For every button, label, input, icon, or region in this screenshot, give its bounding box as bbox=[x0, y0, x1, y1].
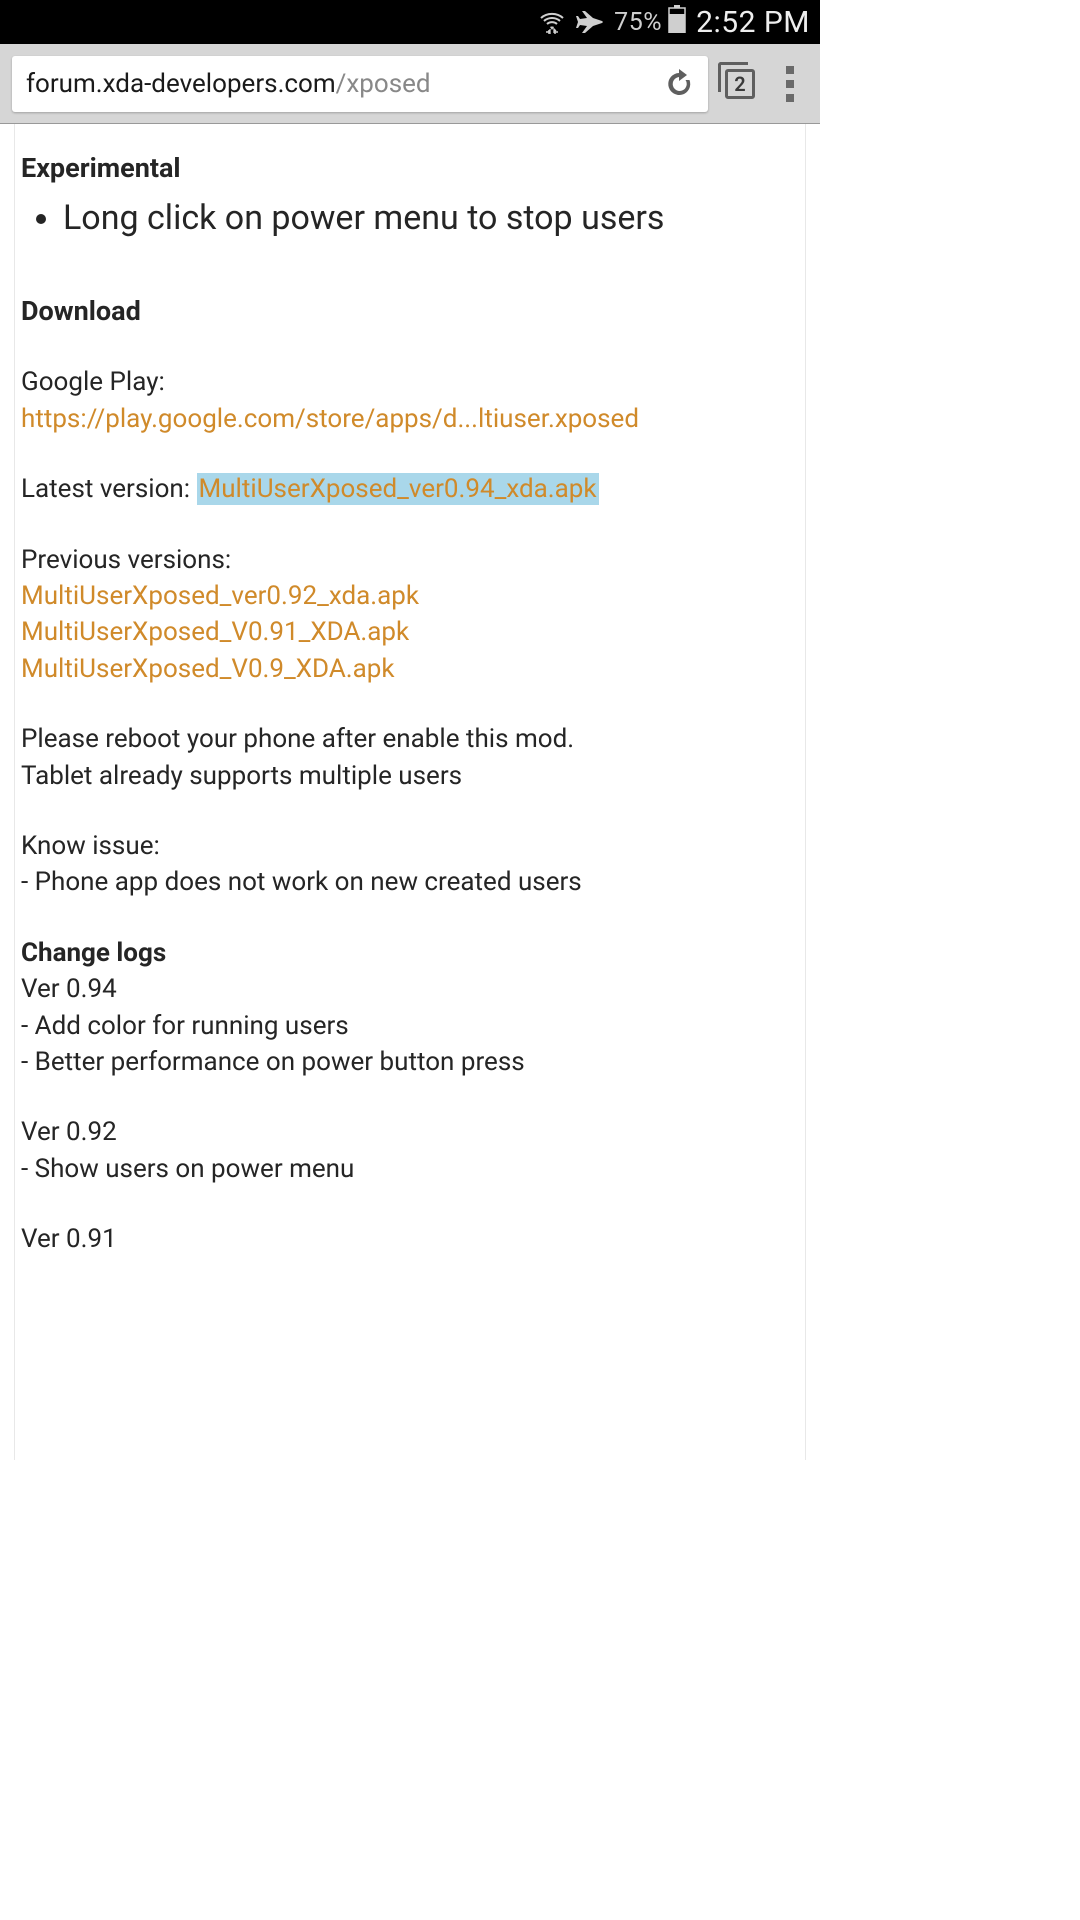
kebab-icon bbox=[786, 66, 794, 102]
changelog-092-label: Ver 0.92 bbox=[21, 1114, 795, 1150]
url-host: forum.xda-developers.com bbox=[26, 69, 336, 99]
menu-button[interactable] bbox=[772, 62, 808, 106]
previous-version-link-3[interactable]: MultiUserXposed_V0.9_XDA.apk bbox=[21, 654, 395, 684]
latest-version-line: Latest version: MultiUserXposed_ver0.94_… bbox=[21, 471, 795, 507]
latest-version-link[interactable]: MultiUserXposed_ver0.94_xda.apk bbox=[197, 473, 599, 505]
download-heading: Download bbox=[21, 293, 795, 331]
battery-percentage: 75% bbox=[614, 8, 662, 37]
experimental-heading: Experimental bbox=[21, 150, 795, 188]
clock-label: 2:52 PM bbox=[696, 5, 810, 40]
tab-count-label: 2 bbox=[734, 72, 745, 96]
reboot-note-2: Tablet already supports multiple users bbox=[21, 758, 795, 794]
changelogs-heading: Change logs bbox=[21, 935, 795, 971]
known-issue-label: Know issue: bbox=[21, 828, 795, 864]
reload-icon[interactable] bbox=[664, 69, 694, 99]
changelog-094-label: Ver 0.94 bbox=[21, 971, 795, 1007]
changelog-094-item-1: - Add color for running users bbox=[21, 1008, 795, 1044]
url-text: forum.xda-developers.com/xposed bbox=[26, 69, 664, 99]
tabs-button[interactable]: 2 bbox=[718, 62, 762, 106]
airplane-icon bbox=[576, 9, 604, 35]
google-play-label: Google Play: bbox=[21, 364, 795, 400]
known-issue-1: - Phone app does not work on new created… bbox=[21, 864, 795, 900]
experimental-item: Long click on power menu to stop users bbox=[63, 196, 795, 241]
reboot-note-1: Please reboot your phone after enable th… bbox=[21, 721, 795, 757]
changelog-094-item-2: - Better performance on power button pre… bbox=[21, 1044, 795, 1080]
google-play-link[interactable]: https://play.google.com/store/apps/d...l… bbox=[21, 404, 639, 434]
url-bar[interactable]: forum.xda-developers.com/xposed bbox=[12, 56, 708, 112]
wifi-icon bbox=[538, 10, 566, 34]
battery-icon bbox=[668, 5, 686, 40]
changelog-092-item-1: - Show users on power menu bbox=[21, 1151, 795, 1187]
previous-version-link-1[interactable]: MultiUserXposed_ver0.92_xda.apk bbox=[21, 581, 419, 611]
page-content[interactable]: Experimental Long click on power menu to… bbox=[0, 124, 820, 1460]
url-path: /xposed bbox=[336, 69, 431, 99]
previous-version-link-2[interactable]: MultiUserXposed_V0.91_XDA.apk bbox=[21, 617, 409, 647]
forum-post: Experimental Long click on power menu to… bbox=[14, 124, 806, 1460]
latest-label: Latest version: bbox=[21, 474, 197, 504]
status-bar: 75% 2:52 PM bbox=[0, 0, 820, 44]
previous-versions-label: Previous versions: bbox=[21, 542, 795, 578]
browser-toolbar: forum.xda-developers.com/xposed 2 bbox=[0, 44, 820, 124]
changelog-091-label: Ver 0.91 bbox=[21, 1221, 795, 1257]
